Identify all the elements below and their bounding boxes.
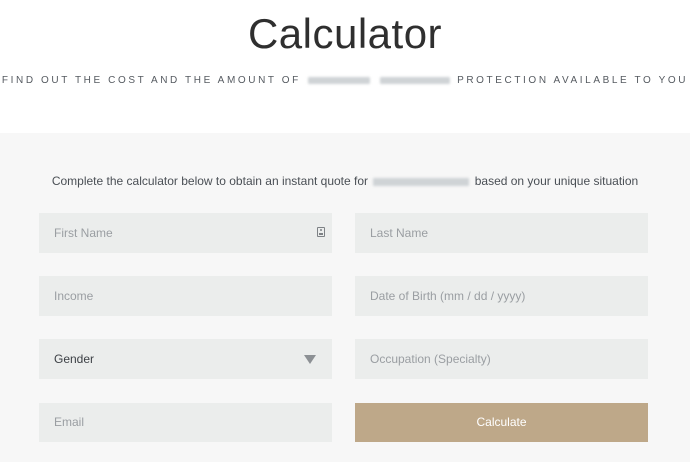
calculate-button[interactable]: Calculate	[355, 403, 648, 442]
page-subtitle: FIND OUT THE COST AND THE AMOUNT OF PROT…	[0, 74, 690, 88]
caret-down-icon	[304, 355, 316, 364]
subtitle-text-end: PROTECTION AVAILABLE TO YOU	[457, 75, 689, 86]
email-placeholder: Email	[54, 415, 85, 429]
occupation-field[interactable]: Occupation (Specialty)	[355, 339, 648, 379]
income-placeholder: Income	[54, 289, 94, 303]
first-name-placeholder: First Name	[54, 226, 113, 240]
subtitle-text-start: FIND OUT THE COST AND THE AMOUNT OF	[1, 75, 301, 86]
intro-text-start: Complete the calculator below to obtain …	[51, 174, 369, 188]
redacted-word	[373, 177, 470, 186]
date-of-birth-placeholder: Date of Birth (mm / dd / yyyy)	[370, 289, 526, 303]
intro-text: Complete the calculator below to obtain …	[0, 173, 690, 189]
last-name-field[interactable]: Last Name	[355, 213, 648, 253]
redacted-word	[379, 76, 450, 84]
income-field[interactable]: Income	[39, 276, 332, 316]
page-title: Calculator	[247, 10, 443, 57]
intro-text-end: based on your unique situation	[474, 174, 639, 188]
occupation-placeholder: Occupation (Specialty)	[370, 352, 491, 366]
last-name-placeholder: Last Name	[370, 226, 429, 240]
contact-card-icon[interactable]	[317, 227, 325, 237]
gender-select[interactable]: Gender	[39, 339, 332, 379]
gender-selected-value: Gender	[54, 352, 95, 366]
first-name-field[interactable]: First Name	[39, 213, 332, 253]
redacted-word	[308, 76, 371, 84]
page-header: Calculator FIND OUT THE COST AND THE AMO…	[0, 0, 690, 133]
date-of-birth-field[interactable]: Date of Birth (mm / dd / yyyy)	[355, 276, 648, 316]
email-field[interactable]: Email	[39, 403, 332, 442]
